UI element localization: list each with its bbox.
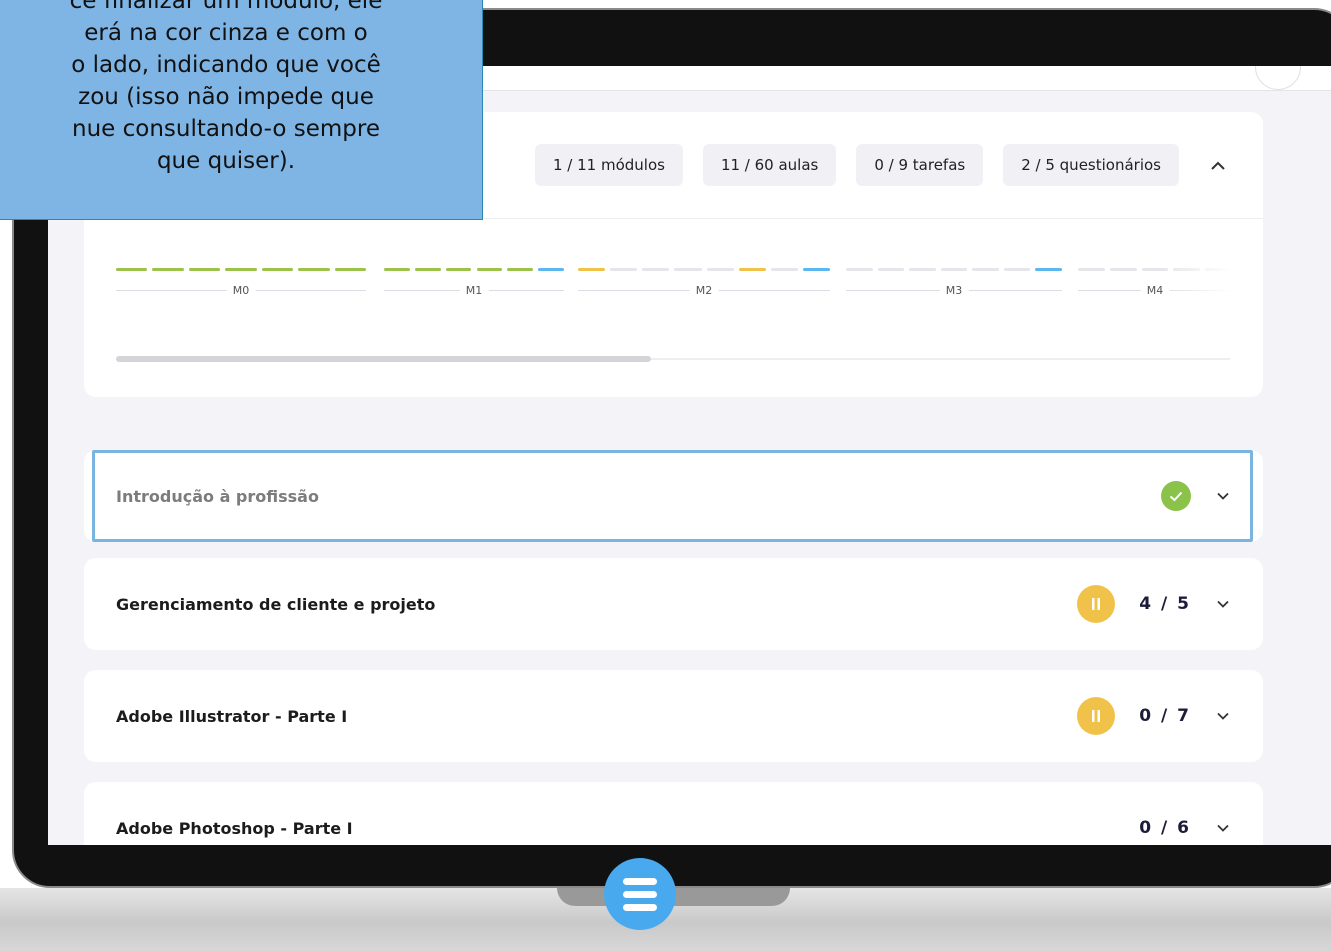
lesson-segment[interactable]	[384, 268, 410, 271]
lesson-segment[interactable]	[674, 268, 702, 271]
lesson-segment[interactable]	[225, 268, 257, 271]
lesson-segment[interactable]	[298, 268, 330, 271]
module-row[interactable]: Introdução à profissão	[84, 450, 1263, 542]
lesson-segment[interactable]	[261, 268, 294, 271]
lesson-segment[interactable]	[188, 268, 221, 271]
lesson-segment[interactable]	[414, 268, 441, 271]
progress-scrollbar[interactable]	[116, 356, 1230, 362]
lesson-segment[interactable]	[610, 268, 638, 271]
lesson-segment[interactable]	[1078, 268, 1105, 271]
chevron-down-icon[interactable]	[1217, 596, 1229, 612]
module-label: M1	[459, 284, 489, 297]
scrollbar-thumb[interactable]	[116, 356, 651, 362]
lesson-segment[interactable]	[877, 268, 905, 271]
lesson-segment[interactable]	[116, 268, 148, 271]
lesson-segment[interactable]	[578, 268, 606, 271]
lesson-segment[interactable]	[507, 268, 534, 271]
progress-stats: 1 / 11 módulos 11 / 60 aulas 0 / 9 taref…	[534, 144, 1263, 186]
check-icon	[1161, 481, 1191, 511]
tooltip-line: erá na cor cinza e com o	[84, 20, 368, 46]
tooltip-line: o lado, indicando que você	[71, 52, 381, 78]
menu-button[interactable]	[604, 858, 676, 930]
chevron-up-icon[interactable]	[1199, 144, 1237, 186]
help-tooltip: cê finalizar um módulo, ele erá na cor ci…	[0, 0, 483, 220]
lessons-stat: 11 / 60 aulas	[702, 144, 837, 186]
lesson-segment[interactable]	[909, 268, 936, 271]
lesson-segment[interactable]	[972, 268, 999, 271]
chevron-down-icon[interactable]	[1217, 820, 1229, 836]
pause-icon	[1077, 585, 1115, 623]
module-title: Adobe Illustrator - Parte I	[116, 706, 348, 726]
lesson-segment[interactable]	[738, 268, 766, 271]
lesson-segment[interactable]	[538, 268, 564, 271]
lesson-segment[interactable]	[802, 268, 830, 271]
lesson-segment[interactable]	[940, 268, 968, 271]
lesson-segment[interactable]	[706, 268, 734, 271]
lesson-segment[interactable]	[476, 268, 503, 271]
module-label: M3	[939, 284, 969, 297]
module-title: Gerenciamento de cliente e projeto	[116, 594, 436, 614]
tooltip-line: cê finalizar um módulo, ele	[69, 0, 383, 14]
lesson-segment[interactable]	[642, 268, 670, 271]
menu-icon-bar	[623, 877, 657, 885]
lesson-segment[interactable]	[846, 268, 873, 271]
modules-stat: 1 / 11 módulos	[534, 144, 683, 186]
tooltip-line: que quiser).	[156, 148, 296, 174]
module-progress-count: 4 / 5	[1139, 594, 1191, 614]
pause-icon	[1077, 697, 1115, 735]
module-title: Introdução à profissão	[116, 486, 319, 506]
lesson-segment[interactable]	[1003, 268, 1031, 271]
user-avatar[interactable]	[1255, 66, 1301, 90]
module-progress-count: 0 / 7	[1139, 706, 1191, 726]
lesson-segment[interactable]	[334, 268, 366, 271]
chevron-down-icon[interactable]	[1217, 488, 1229, 504]
tasks-stat: 0 / 9 tarefas	[856, 144, 984, 186]
module-progress-map: M0 M1 M2 M3 M4	[116, 268, 1232, 312]
tooltip-line: zou (isso não impede que	[78, 84, 374, 110]
quizzes-stat: 2 / 5 questionários	[1003, 144, 1179, 186]
tooltip-text: cê finalizar um módulo, ele erá na cor ci…	[0, 0, 461, 177]
module-label: M0	[226, 284, 256, 297]
module-row[interactable]: Adobe Illustrator - Parte I 0 / 7	[84, 670, 1263, 762]
lesson-segment[interactable]	[445, 268, 472, 271]
lesson-segment[interactable]	[152, 268, 184, 271]
lesson-segment[interactable]	[1109, 268, 1137, 271]
fade-overlay	[1162, 268, 1232, 312]
menu-icon-bar	[623, 903, 657, 911]
module-title: Adobe Photoshop - Parte I	[116, 818, 353, 838]
module-label: M2	[689, 284, 719, 297]
module-row[interactable]: Gerenciamento de cliente e projeto 4 / 5	[84, 558, 1263, 650]
module-row[interactable]: Adobe Photoshop - Parte I 0 / 6	[84, 782, 1263, 845]
module-progress-count: 0 / 6	[1139, 818, 1191, 838]
tooltip-line: nue consultando-o sempre	[72, 116, 380, 142]
lesson-segment[interactable]	[1035, 268, 1062, 271]
chevron-down-icon[interactable]	[1217, 708, 1229, 724]
lesson-segment[interactable]	[770, 268, 798, 271]
menu-icon-bar	[623, 890, 657, 898]
